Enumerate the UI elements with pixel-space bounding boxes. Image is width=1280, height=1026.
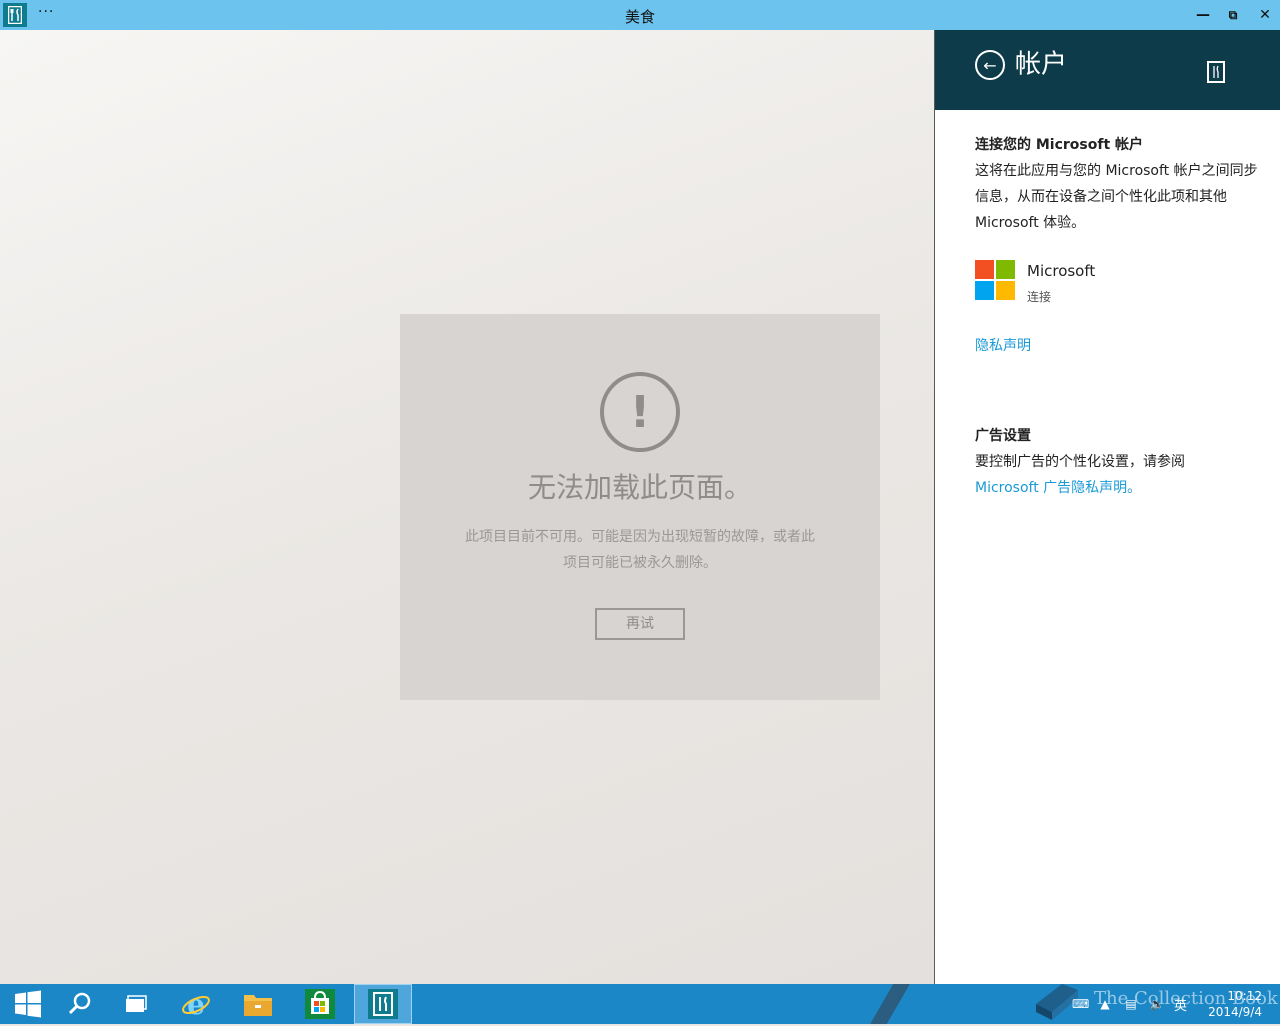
account-pane: ← 帐户 连接您的 Microsoft 帐户 这将在此应用与您的 Microso… xyxy=(934,30,1280,984)
store-button[interactable] xyxy=(292,984,348,1024)
taskbar: e The Collection Book ⌨ ▲ ▤ 🔈 英 10:12 20… xyxy=(0,984,1280,1024)
task-view-button[interactable] xyxy=(108,984,164,1024)
system-tray: ⌨ ▲ ▤ 🔈 英 xyxy=(1072,984,1187,1024)
account-provider-name: Microsoft xyxy=(1027,262,1096,280)
store-icon xyxy=(305,989,335,1019)
error-title: 无法加载此页面。 xyxy=(527,471,752,504)
svg-text:e: e xyxy=(187,989,205,1019)
start-button[interactable] xyxy=(0,984,56,1024)
microsoft-logo-icon xyxy=(975,260,1015,300)
connect-heading: 连接您的 Microsoft 帐户 xyxy=(975,137,1144,153)
privacy-statement-link[interactable]: 隐私声明 xyxy=(975,338,1031,354)
ime-indicator[interactable]: 英 xyxy=(1174,995,1187,1014)
task-view-icon xyxy=(126,995,147,1012)
microsoft-connect-button[interactable]: Microsoft 连接 xyxy=(975,260,1265,305)
network-icon[interactable]: ▤ xyxy=(1120,997,1142,1011)
keyboard-icon[interactable]: ⌨ xyxy=(1072,997,1089,1011)
internet-explorer-icon: e xyxy=(182,989,210,1019)
warning-icon: ! xyxy=(600,372,680,452)
app-fork-knife-icon[interactable] xyxy=(3,3,27,27)
search-button[interactable] xyxy=(52,984,108,1024)
windows-start-icon xyxy=(15,990,41,1018)
connect-description: 这将在此应用与您的 Microsoft 帐户之间同步信息，从而在设备之间个性化此… xyxy=(975,163,1258,231)
back-button[interactable]: ← xyxy=(975,50,1005,80)
restore-icon: ⧉ xyxy=(1228,7,1238,22)
clock-time: 10:12 xyxy=(1227,989,1262,1003)
food-app-taskbar-button[interactable] xyxy=(354,984,412,1024)
back-arrow-icon: ← xyxy=(983,55,997,75)
clock-date: 2014/9/4 xyxy=(1208,1005,1262,1019)
account-connect-label: 连接 xyxy=(1027,290,1052,304)
error-message: 此项目目前不可用。可能是因为出现短暂的故障，或者此项目可能已被永久删除。 xyxy=(465,529,815,571)
close-button[interactable]: ✕ xyxy=(1250,0,1280,30)
close-icon: ✕ xyxy=(1259,7,1271,23)
window-title: 美食 xyxy=(624,8,655,26)
volume-icon[interactable]: 🔈 xyxy=(1146,997,1168,1011)
pane-header: ← 帐户 xyxy=(935,30,1280,110)
title-bar: ··· 美食 — ⧉ ✕ xyxy=(0,0,1280,30)
app-fork-knife-icon xyxy=(1207,61,1225,83)
clock[interactable]: 10:12 2014/9/4 xyxy=(1208,988,1262,1020)
pane-title: 帐户 xyxy=(1015,49,1068,80)
restore-button[interactable]: ⧉ xyxy=(1218,0,1248,30)
error-panel: ! 无法加载此页面。 此项目目前不可用。可能是因为出现短暂的故障，或者此项目可能… xyxy=(400,314,880,700)
file-explorer-button[interactable] xyxy=(230,984,286,1024)
ads-description: 要控制广告的个性化设置，请参阅 xyxy=(975,454,1185,470)
food-app-icon xyxy=(368,989,398,1019)
retry-button[interactable]: 再试 xyxy=(595,608,685,640)
pane-body: 连接您的 Microsoft 帐户 这将在此应用与您的 Microsoft 帐户… xyxy=(975,134,1265,501)
tray-chevron-icon[interactable]: ▲ xyxy=(1094,997,1116,1011)
minimize-button[interactable]: — xyxy=(1188,0,1218,30)
ads-heading: 广告设置 xyxy=(975,428,1031,444)
ads-privacy-link[interactable]: Microsoft 广告隐私声明。 xyxy=(975,480,1141,496)
search-icon xyxy=(68,992,91,1015)
internet-explorer-button[interactable]: e xyxy=(168,984,224,1024)
minimize-icon: — xyxy=(1196,7,1210,23)
app-menu-button[interactable]: ··· xyxy=(38,4,54,20)
file-explorer-icon xyxy=(244,995,272,1016)
taskbar-stripe xyxy=(860,984,920,1024)
main-content: ! 无法加载此页面。 此项目目前不可用。可能是因为出现短暂的故障，或者此项目可能… xyxy=(0,30,934,984)
